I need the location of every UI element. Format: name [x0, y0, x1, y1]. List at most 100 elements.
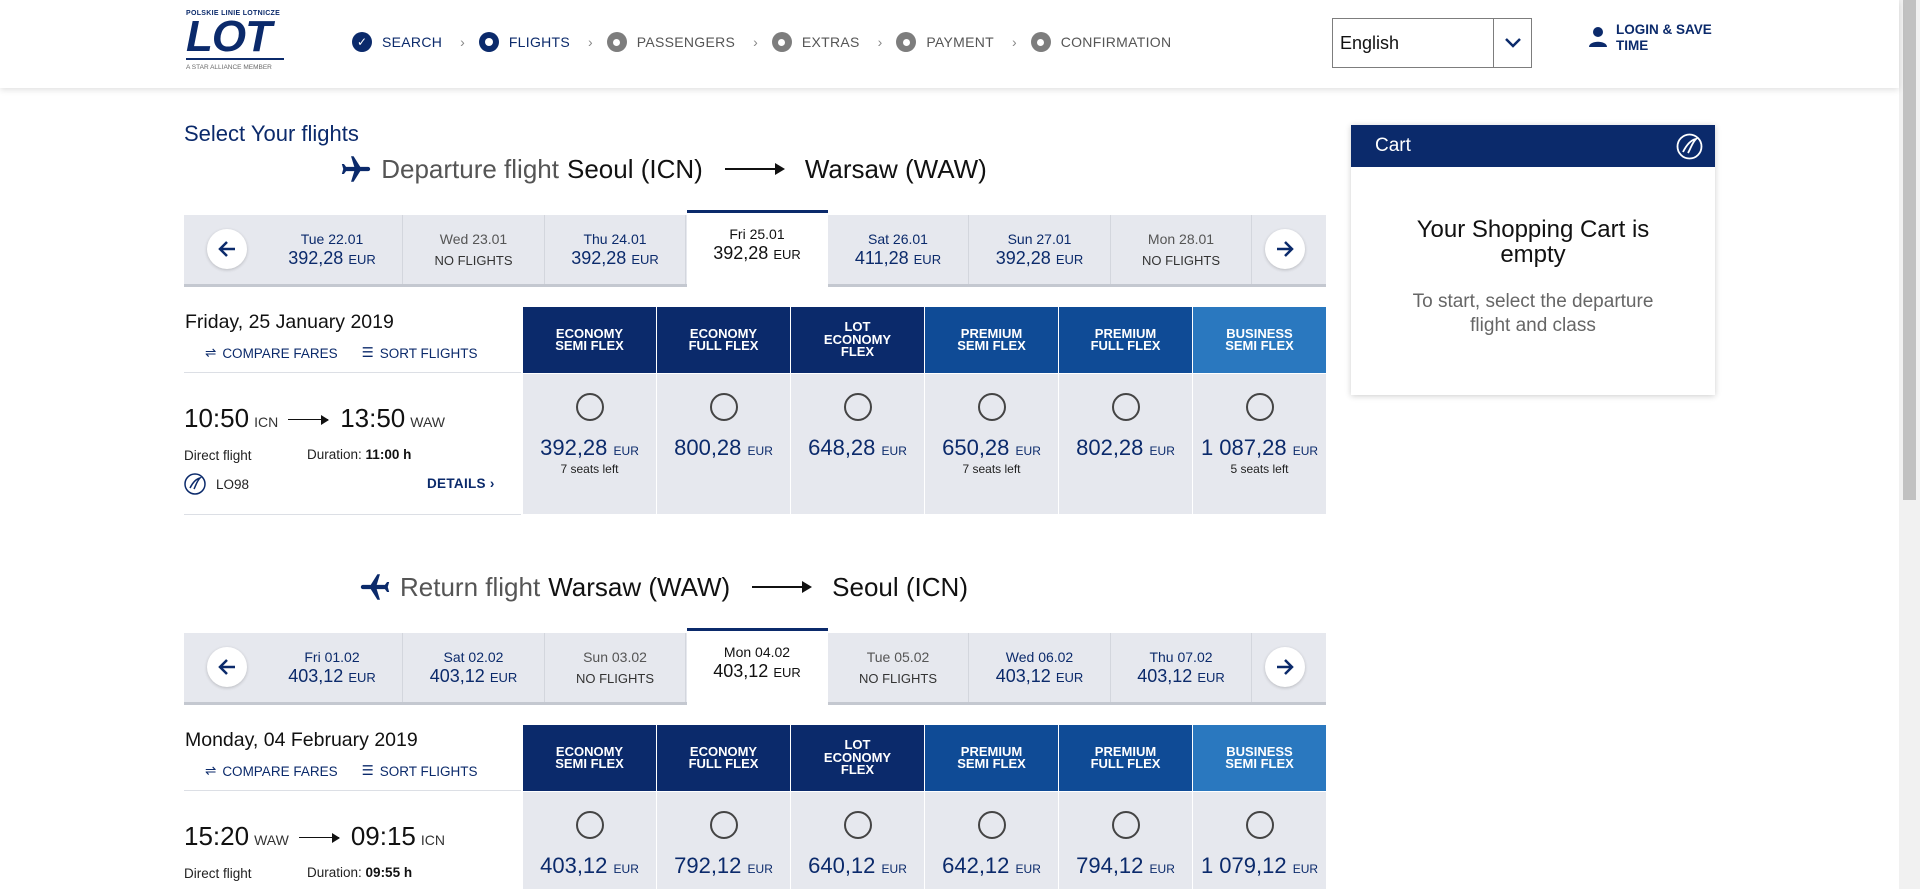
fare-class-line: SEMI FLEX: [1225, 338, 1294, 353]
date-option[interactable]: Fri 01.02 403,12 EUR: [262, 633, 403, 702]
next-dates-button[interactable]: [1265, 647, 1305, 687]
return-route: Return flight Warsaw (WAW) Seoul (ICN): [0, 570, 1326, 604]
date-option[interactable]: Wed 06.02 403,12 EUR: [970, 633, 1111, 702]
fare-class-name: LOT ECONOMY FLEX: [824, 739, 891, 777]
currency: EUR: [773, 247, 801, 262]
step-search[interactable]: ✓ SEARCH ›: [352, 32, 479, 52]
fare-class-header-cell: ECONOMY FULL FLEX: [657, 307, 790, 373]
chevron-down-icon[interactable]: [1493, 19, 1531, 67]
fare-price: 792,12 EUR: [657, 853, 790, 879]
fare-radio[interactable]: [709, 393, 738, 421]
fare-option[interactable]: 403,12 EUR: [523, 792, 656, 889]
fare-option[interactable]: 802,28 EUR: [1059, 374, 1192, 514]
fare-option[interactable]: 1 087,28 EUR 5 seats left: [1193, 374, 1326, 514]
fare-radio[interactable]: [843, 811, 872, 839]
fare-option[interactable]: 392,28 EUR 7 seats left: [523, 374, 656, 514]
scrollbar-thumb[interactable]: [1903, 0, 1916, 500]
flight-times: 15:20 WAW 09:15 ICN: [184, 821, 455, 852]
fare-radio[interactable]: [575, 811, 604, 839]
price-value: 648,28: [808, 435, 876, 460]
language-select[interactable]: English: [1332, 18, 1532, 68]
date-price: 403,12 EUR: [970, 666, 1110, 687]
fare-radio[interactable]: [977, 811, 1006, 839]
fare-option[interactable]: 794,12 EUR: [1059, 792, 1192, 889]
fare-option[interactable]: 642,12 EUR: [925, 792, 1058, 889]
duration-label: Duration:: [307, 447, 362, 462]
arrow-right-icon: [1277, 659, 1294, 675]
currency: EUR: [881, 444, 907, 458]
fare-radio[interactable]: [1111, 393, 1140, 421]
fare-radio[interactable]: [1245, 393, 1274, 421]
next-dates-button[interactable]: [1265, 229, 1305, 269]
step-flights: FLIGHTS ›: [478, 32, 607, 52]
price-value: 392,28: [540, 435, 608, 460]
lot-logo[interactable]: POLSKIE LINIE LOTNICZE LOT A STAR ALLIAN…: [186, 10, 292, 80]
fare-price: 802,28 EUR: [1059, 435, 1192, 461]
sort-flights-link[interactable]: ☰ SORT FLIGHTS: [362, 763, 478, 779]
fare-radio[interactable]: [709, 811, 738, 839]
price-value: 403,12: [540, 853, 608, 878]
time-arrow-icon: [298, 833, 340, 841]
date-option[interactable]: Mon 28.01 NO FLIGHTS: [1111, 215, 1252, 284]
fare-class-line: FLEX: [840, 762, 875, 778]
fare-class-name: ECONOMY SEMI FLEX: [555, 327, 624, 353]
date-option[interactable]: Mon 04.02 403,12 EUR: [686, 628, 828, 707]
date-option[interactable]: Sun 03.02 NO FLIGHTS: [545, 633, 686, 702]
fare-class-line: SEMI FLEX: [957, 756, 1026, 771]
prev-dates-button[interactable]: [207, 647, 247, 687]
fare-option[interactable]: 1 079,12 EUR: [1193, 792, 1326, 889]
language-value: English: [1340, 33, 1400, 53]
date-option[interactable]: Tue 22.01 392,28 EUR: [262, 215, 403, 284]
fare-class-header-cell: PREMIUM SEMI FLEX: [925, 307, 1058, 373]
arrival-time: 13:50: [340, 403, 406, 433]
step-dot-icon: [896, 32, 917, 52]
fare-radio[interactable]: [843, 393, 872, 421]
route-arrow-icon: [724, 163, 785, 175]
chevron-right-icon: ›: [1012, 34, 1017, 50]
no-flights-label: NO FLIGHTS: [858, 671, 937, 686]
sort-flights-link[interactable]: ☰ SORT FLIGHTS: [362, 345, 478, 361]
date-option[interactable]: Thu 07.02 403,12 EUR: [1111, 633, 1252, 702]
date-option[interactable]: Thu 24.01 392,28 EUR: [545, 215, 686, 284]
login-button[interactable]: LOGIN & SAVE TIME: [1588, 22, 1712, 54]
compare-fares-link[interactable]: ⇌ COMPARE FARES: [205, 345, 338, 361]
fare-option[interactable]: 792,12 EUR: [657, 792, 790, 889]
date-option[interactable]: Wed 23.01 NO FLIGHTS: [404, 215, 545, 284]
date-option[interactable]: Sun 27.01 392,28 EUR: [970, 215, 1111, 284]
fare-radio[interactable]: [1245, 811, 1274, 839]
prev-dates-button[interactable]: [207, 229, 247, 269]
arrival-time: 09:15: [350, 821, 416, 851]
date-option[interactable]: Sat 02.02 403,12 EUR: [404, 633, 545, 702]
fare-option[interactable]: 640,12 EUR: [791, 792, 924, 889]
logo-wordmark: LOT: [186, 12, 272, 61]
fare-radio[interactable]: [1111, 811, 1140, 839]
cart-header: Cart: [1351, 125, 1715, 167]
fare-option[interactable]: 648,28 EUR: [791, 374, 924, 514]
seats-left: 7 seats left: [962, 462, 1021, 476]
fare-radio[interactable]: [977, 393, 1006, 421]
arrow-right-icon: [1277, 241, 1294, 257]
date-option[interactable]: Sat 26.01 411,28 EUR: [828, 215, 969, 284]
compare-fares-link[interactable]: ⇌ COMPARE FARES: [205, 763, 338, 779]
price-value: 1 079,12: [1200, 853, 1287, 878]
price-value: 640,12: [808, 853, 876, 878]
page-scrollbar[interactable]: [1899, 0, 1920, 889]
fare-class-header-cell: PREMIUM FULL FLEX: [1059, 725, 1192, 791]
price-value: 794,12: [1076, 853, 1144, 878]
currency: EUR: [1149, 862, 1175, 876]
fare-class-name: ECONOMY FULL FLEX: [689, 327, 759, 353]
duration-label: Duration:: [307, 865, 362, 880]
fare-price: 800,28 EUR: [657, 435, 790, 461]
fare-option[interactable]: 650,28 EUR 7 seats left: [925, 374, 1058, 514]
currency: EUR: [747, 862, 773, 876]
details-link[interactable]: DETAILS ›: [427, 476, 495, 491]
route-origin: Seoul (ICN): [566, 153, 703, 184]
date-option[interactable]: Tue 05.02 NO FLIGHTS: [828, 633, 969, 702]
currency: EUR: [348, 252, 376, 267]
fare-option[interactable]: 800,28 EUR: [657, 374, 790, 514]
date-label: Fri 01.02: [304, 649, 360, 665]
departure-date-carousel: Tue 22.01 392,28 EUR Wed 23.01 NO FLIGHTS Th…: [184, 210, 1326, 289]
currency: EUR: [747, 444, 773, 458]
date-option[interactable]: Fri 25.01 392,28 EUR: [686, 210, 828, 289]
fare-radio[interactable]: [575, 393, 604, 421]
